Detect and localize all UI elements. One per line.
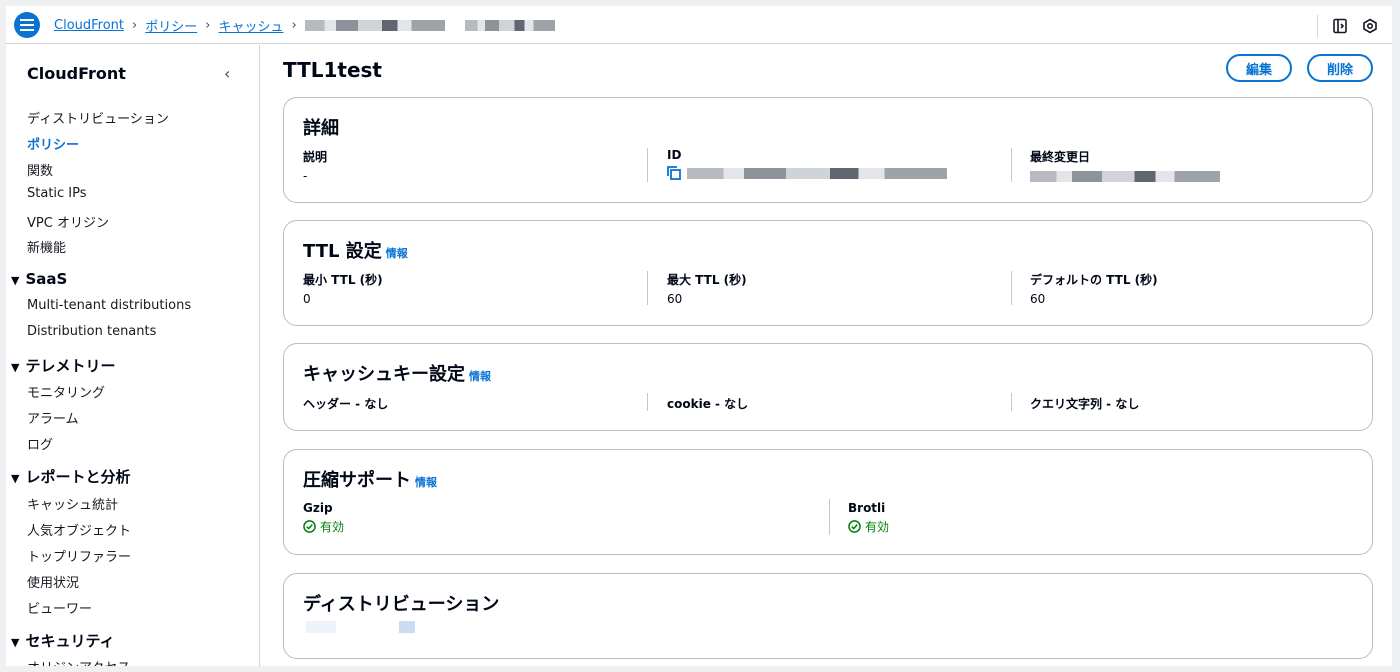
cookies-field: cookie - なし (667, 397, 749, 411)
redacted-distribution[interactable] (399, 621, 415, 633)
sidebar-item-multi-tenant[interactable]: Multi-tenant distributions (27, 298, 191, 313)
breadcrumb-cloudfront[interactable]: CloudFront (54, 18, 124, 33)
distributions-card: ディストリビューション (283, 573, 1373, 659)
hamburger-icon (20, 19, 34, 31)
sidebar-group-security[interactable]: ▼ セキュリティ (11, 630, 115, 651)
redacted-breadcrumb (304, 20, 445, 31)
ttl-title: TTL 設定 情報 (303, 241, 408, 262)
details-card: 詳細 説明 - ID 最終変更日 (283, 97, 1373, 203)
sidebar-item-alarms[interactable]: アラーム (27, 408, 79, 427)
collapse-sidebar-icon[interactable]: ‹ (224, 64, 230, 83)
info-link[interactable]: 情報 (469, 370, 491, 383)
sidebar: CloudFront ‹ ディストリビューション ポリシー 関数 Static … (6, 45, 260, 666)
redacted-date (1030, 171, 1220, 182)
divider (647, 393, 648, 411)
min-ttl-field: 最小 TTL (秒) 0 (303, 273, 383, 306)
gzip-field: Gzip 有効 (303, 501, 345, 535)
breadcrumb: CloudFront › ポリシー › キャッシュ › (54, 16, 555, 35)
chevron-right-icon: › (205, 18, 211, 33)
divider (647, 271, 648, 305)
divider (829, 499, 830, 535)
compression-title: 圧縮サポート 情報 (303, 470, 437, 491)
delete-button[interactable]: 削除 (1307, 54, 1373, 82)
sidebar-title: CloudFront (27, 64, 126, 83)
caret-down-icon: ▼ (11, 636, 20, 649)
id-field: ID (667, 148, 947, 180)
sidebar-item-popular-objects[interactable]: 人気オブジェクト (27, 520, 131, 539)
sidebar-item-logs[interactable]: ログ (27, 434, 53, 453)
chevron-right-icon: › (291, 18, 297, 33)
caret-down-icon: ▼ (11, 361, 20, 374)
sidebar-item-origin-access[interactable]: オリジンアクセス (27, 657, 130, 666)
menu-button[interactable] (14, 12, 40, 38)
redacted-breadcrumb (464, 20, 555, 31)
sidebar-item-vpc-origins[interactable]: VPC オリジン (27, 212, 109, 231)
last-modified-field: 最終変更日 (1030, 148, 1220, 186)
chevron-right-icon: › (132, 18, 138, 33)
distributions-title: ディストリビューション (303, 594, 500, 615)
default-ttl-field: デフォルトの TTL (秒) 60 (1030, 273, 1158, 306)
sidebar-item-cache-stats[interactable]: キャッシュ統計 (27, 494, 118, 513)
breadcrumb-cache[interactable]: キャッシュ (218, 16, 283, 35)
check-circle-icon (848, 520, 861, 533)
copy-icon[interactable] (667, 166, 681, 180)
divider (1011, 148, 1012, 182)
sidebar-item-monitoring[interactable]: モニタリング (27, 382, 105, 401)
page-title: TTL1test (283, 58, 382, 82)
redacted-id (687, 167, 947, 179)
cache-key-card: キャッシュキー設定 情報 ヘッダー - なし cookie - なし クエリ文字列… (283, 343, 1373, 431)
brotli-status: 有効 (848, 518, 889, 535)
info-link[interactable]: 情報 (415, 476, 437, 489)
sidebar-item-top-referrers[interactable]: トップリファラー (27, 546, 131, 565)
gzip-status: 有効 (303, 518, 344, 535)
sidebar-item-distributions[interactable]: ディストリビューション (27, 108, 169, 127)
sidebar-item-whats-new[interactable]: 新機能 (27, 237, 66, 256)
divider (1011, 271, 1012, 305)
info-link[interactable]: 情報 (386, 247, 408, 260)
divider (1317, 15, 1318, 37)
cache-key-title: キャッシュキー設定 情報 (303, 364, 491, 385)
max-ttl-field: 最大 TTL (秒) 60 (667, 273, 747, 306)
caret-down-icon: ▼ (11, 472, 20, 485)
sidebar-group-reports[interactable]: ▼ レポートと分析 (11, 466, 130, 487)
sidebar-item-distribution-tenants[interactable]: Distribution tenants (27, 324, 156, 339)
caret-down-icon: ▼ (11, 274, 20, 287)
ttl-settings-card: TTL 設定 情報 最小 TTL (秒) 0 最大 TTL (秒) 60 デフォル… (283, 220, 1373, 326)
sidebar-item-functions[interactable]: 関数 (27, 160, 53, 179)
description-field: 説明 - (303, 150, 328, 183)
check-circle-icon (303, 520, 316, 533)
sidebar-group-saas[interactable]: ▼ SaaS (11, 270, 67, 288)
sidebar-group-telemetry[interactable]: ▼ テレメトリー (11, 355, 115, 376)
sidebar-item-usage[interactable]: 使用状況 (27, 572, 79, 591)
app-frame: CloudFront › ポリシー › キャッシュ › CloudFront ‹ (6, 6, 1392, 666)
query-strings-field: クエリ文字列 - なし (1030, 397, 1140, 411)
brotli-field: Brotli 有効 (848, 501, 890, 535)
redacted-distribution (306, 621, 336, 633)
sidebar-item-static-ips[interactable]: Static IPs (27, 186, 87, 201)
divider (1011, 393, 1012, 411)
sidebar-item-policies[interactable]: ポリシー (27, 134, 79, 153)
side-panel-icon[interactable] (1332, 18, 1348, 34)
sidebar-item-viewers[interactable]: ビューワー (27, 598, 92, 617)
compression-card: 圧縮サポート 情報 Gzip 有効 Brotli 有効 (283, 449, 1373, 555)
edit-button[interactable]: 編集 (1226, 54, 1292, 82)
hexagon-settings-icon[interactable] (1362, 18, 1378, 34)
headers-field: ヘッダー - なし (303, 397, 389, 411)
details-title: 詳細 (303, 118, 339, 139)
breadcrumb-policies[interactable]: ポリシー (145, 16, 197, 35)
top-right-tools (1317, 15, 1378, 37)
divider (647, 148, 648, 182)
top-navigation-bar: CloudFront › ポリシー › キャッシュ › (6, 6, 1392, 44)
